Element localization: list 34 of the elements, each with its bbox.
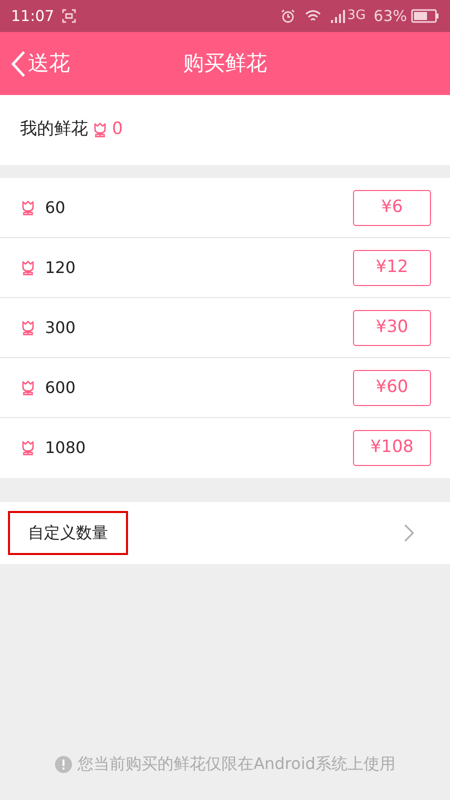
clock-time: 11:07 [11, 6, 54, 27]
my-flowers-label: 我的鲜花 [20, 118, 88, 142]
network-type: 3G [347, 7, 366, 26]
signal-icon [331, 10, 348, 22]
custom-amount-row[interactable]: 自定义数量 [0, 502, 450, 564]
price-button[interactable]: ¥60 [353, 370, 431, 406]
wifi-icon [305, 10, 322, 22]
battery-percent: 63% [374, 6, 407, 27]
battery-icon [411, 9, 439, 23]
screenshot-icon [62, 9, 76, 23]
price-button[interactable]: ¥108 [353, 430, 431, 466]
page-title: 购买鲜花 [183, 50, 267, 77]
back-icon [10, 50, 26, 78]
chevron-right-icon [404, 524, 414, 542]
price-button[interactable]: ¥12 [353, 250, 431, 286]
notice-text: 您当前购买的鲜花仅限在Android系统上使用 [78, 753, 396, 775]
flower-amount: 1080 [45, 437, 87, 459]
custom-amount-label: 自定义数量 [8, 511, 128, 555]
flower-amount: 60 [45, 196, 66, 218]
price-button[interactable]: ¥6 [353, 190, 431, 226]
flower-icon [20, 380, 36, 396]
info-icon [54, 756, 72, 772]
flower-count: 0 [112, 118, 123, 142]
back-button[interactable]: 送花 [0, 48, 70, 80]
flower-icon [20, 440, 36, 456]
flower-icon [20, 320, 36, 336]
alarm-icon [281, 9, 296, 23]
flower-amount: 300 [45, 316, 77, 338]
flower-amount: 120 [45, 256, 77, 278]
flower-amount: 600 [45, 376, 77, 398]
price-button[interactable]: ¥30 [353, 310, 431, 346]
flower-icon [92, 122, 108, 138]
flower-icon [20, 260, 36, 276]
flower-icon [20, 200, 36, 216]
